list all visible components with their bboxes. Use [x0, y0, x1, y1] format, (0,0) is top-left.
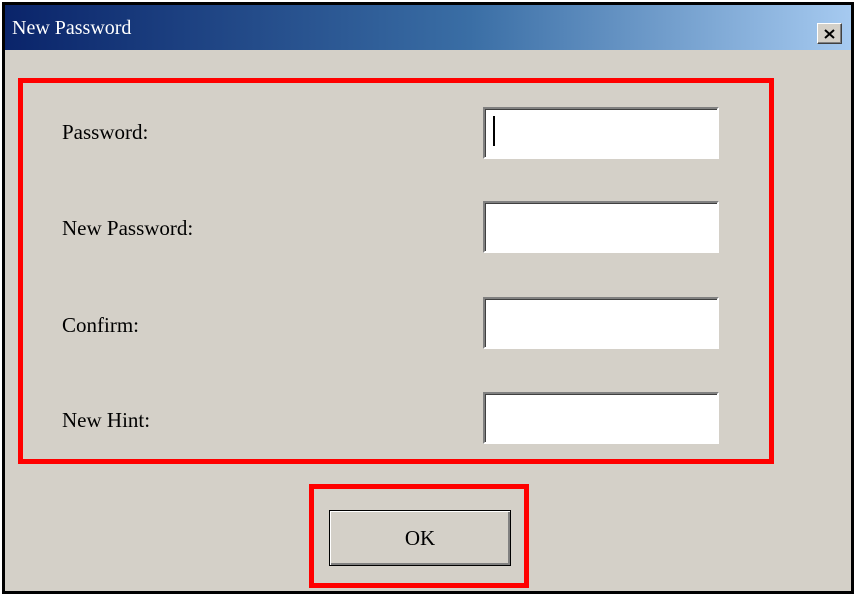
window-title: New Password	[12, 17, 132, 39]
new-password-input[interactable]	[483, 201, 719, 253]
close-button[interactable]	[817, 23, 842, 44]
title-bar[interactable]: New Password	[5, 5, 851, 50]
new-password-label: New Password:	[62, 216, 194, 240]
ok-button[interactable]: OK	[329, 510, 511, 566]
new-hint-label: New Hint:	[62, 408, 151, 432]
text-caret	[493, 116, 495, 146]
password-input[interactable]	[483, 107, 719, 159]
new-hint-input[interactable]	[483, 392, 719, 444]
confirm-input[interactable]	[483, 297, 719, 349]
close-icon	[824, 28, 835, 39]
confirm-label: Confirm:	[62, 313, 139, 337]
password-label: Password:	[62, 120, 149, 144]
